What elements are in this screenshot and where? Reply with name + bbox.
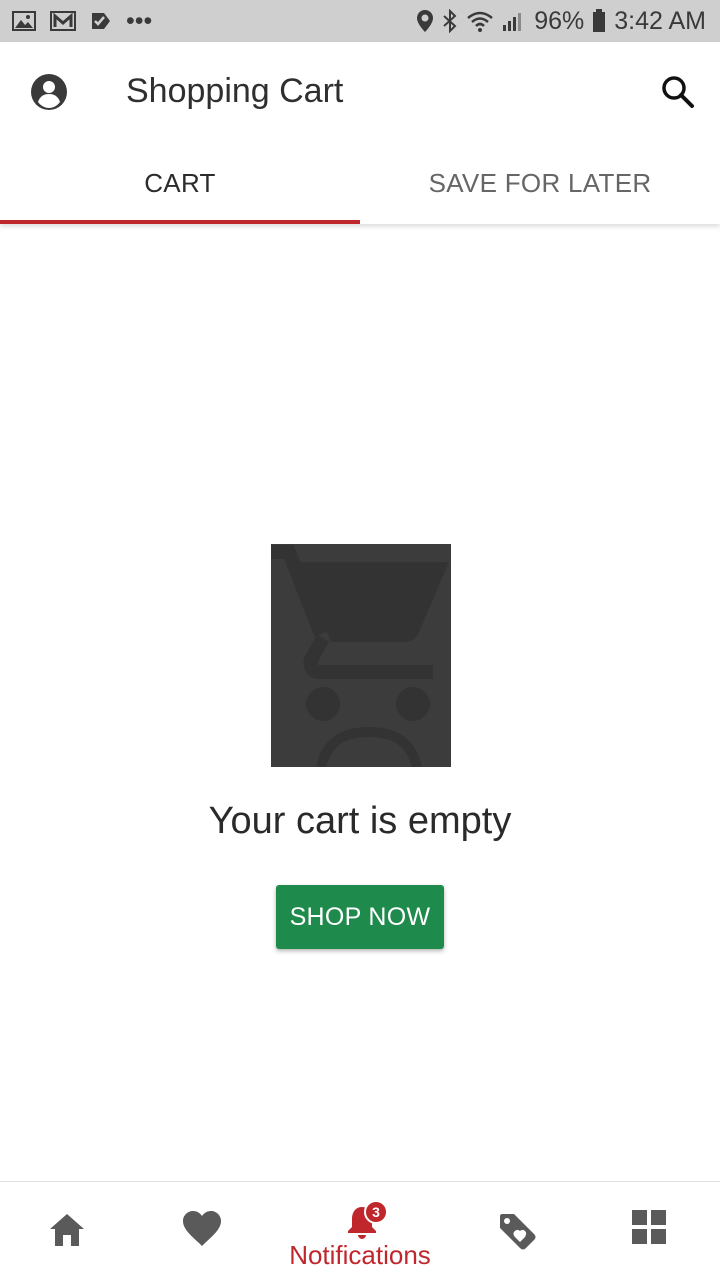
signal-icon xyxy=(502,10,526,32)
nav-notifications-label: Notifications xyxy=(289,1240,431,1270)
nav-deals[interactable] xyxy=(498,1212,538,1252)
tab-cart[interactable]: CART xyxy=(0,142,360,224)
empty-cart-illustration xyxy=(271,544,451,769)
tab-save-for-later[interactable]: SAVE FOR LATER xyxy=(360,142,720,224)
notification-count-badge: 3 xyxy=(364,1200,388,1224)
status-left-icons: ••• xyxy=(0,7,152,36)
sad-cart-icon xyxy=(271,544,451,769)
search-icon xyxy=(662,76,694,108)
more-dots-icon: ••• xyxy=(126,6,153,35)
account-button[interactable] xyxy=(30,73,68,111)
nav-home[interactable] xyxy=(48,1212,86,1248)
page-title: Shopping Cart xyxy=(126,72,344,110)
heart-icon xyxy=(183,1211,221,1246)
location-icon xyxy=(416,9,434,33)
clock: 3:42 AM xyxy=(614,6,706,35)
status-bar: ••• 96% 3:42 AM xyxy=(0,0,720,42)
battery-percent: 96% xyxy=(534,6,585,35)
grid-icon xyxy=(632,1210,666,1244)
bottom-navigation: 3 Notifications xyxy=(0,1181,720,1280)
nav-favorites[interactable] xyxy=(182,1210,222,1248)
mail-icon xyxy=(50,11,76,31)
check-notification-icon xyxy=(90,10,112,32)
app-bar: Shopping Cart xyxy=(0,42,720,142)
home-icon xyxy=(50,1214,84,1246)
wifi-icon xyxy=(466,10,494,32)
shop-now-button[interactable]: SHOP NOW xyxy=(276,885,444,949)
gallery-icon xyxy=(12,11,36,31)
nav-more[interactable] xyxy=(632,1210,666,1244)
bluetooth-icon xyxy=(442,9,458,33)
battery-icon xyxy=(592,9,606,33)
tag-heart-icon xyxy=(500,1214,536,1250)
nav-notifications[interactable]: 3 Notifications xyxy=(260,1200,460,1280)
account-circle-icon xyxy=(31,74,67,110)
empty-cart-message: Your cart is empty xyxy=(208,800,512,842)
status-right-icons: 96% 3:42 AM xyxy=(416,7,720,36)
tab-bar: CART SAVE FOR LATER xyxy=(0,142,720,224)
search-button[interactable] xyxy=(660,74,696,110)
